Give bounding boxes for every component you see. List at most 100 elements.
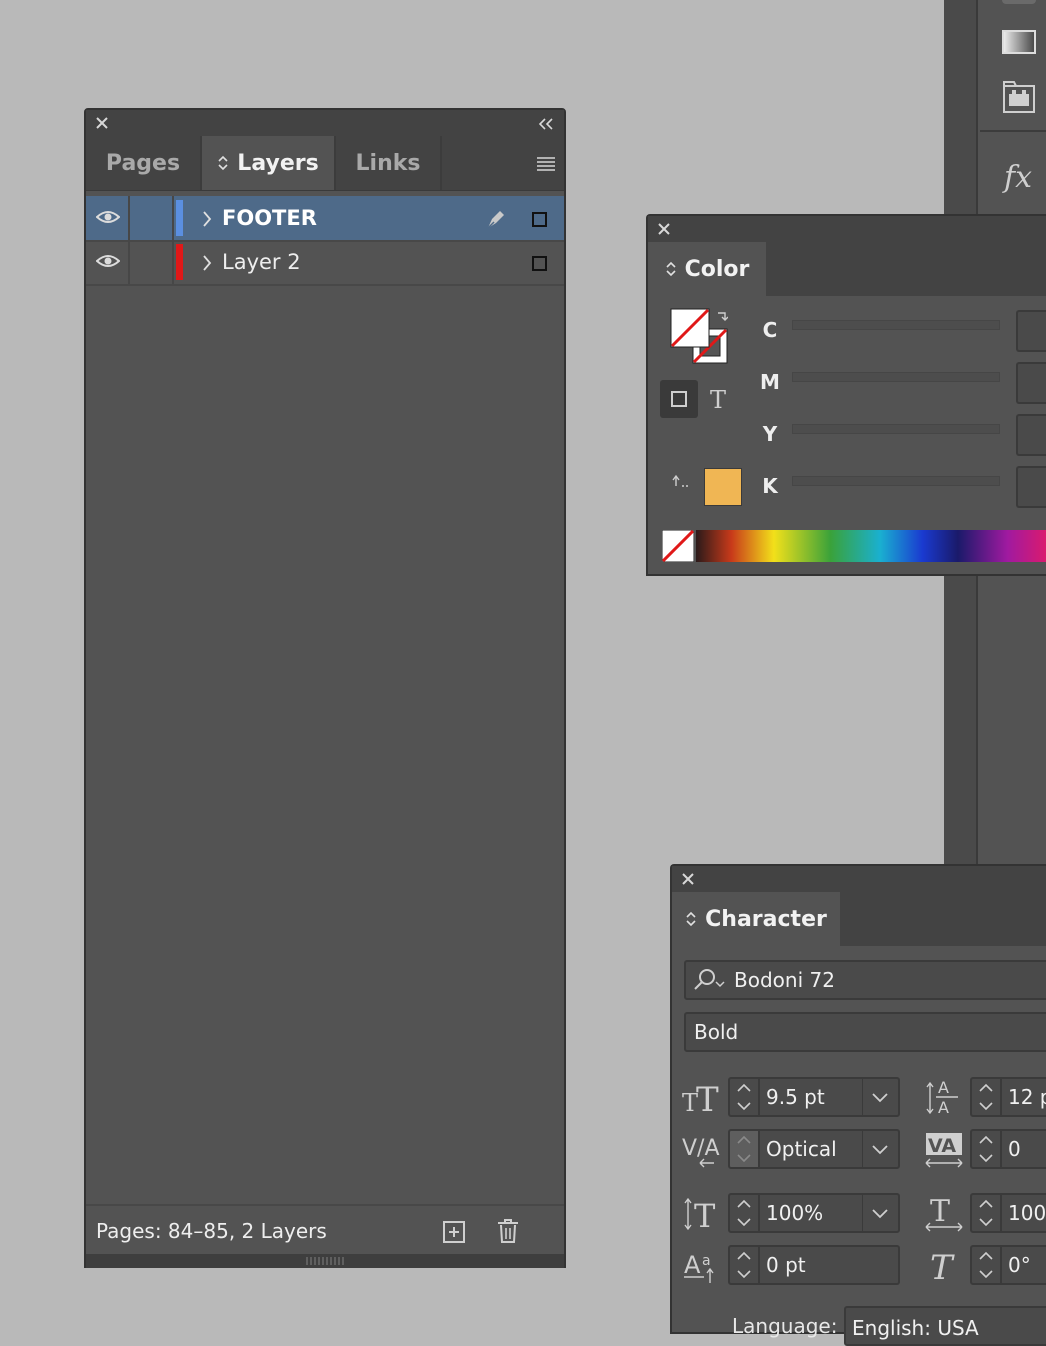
layers-footer: Pages: 84–85, 2 Layers <box>86 1204 564 1256</box>
yellow-label: Y <box>762 422 778 446</box>
layer-name[interactable]: FOOTER <box>222 196 317 240</box>
color-panel: Color T C M Y K <box>646 214 1046 576</box>
trash-icon[interactable] <box>496 1218 520 1244</box>
black-label: K <box>762 474 778 498</box>
leading-icon: AA <box>924 1077 964 1117</box>
language-dropdown[interactable]: English: USA <box>844 1306 1046 1346</box>
layer-name[interactable]: Layer 2 <box>222 240 301 284</box>
tab-color[interactable]: Color <box>648 242 766 296</box>
layer-select-box[interactable] <box>532 256 547 271</box>
collapse-icon[interactable] <box>538 118 554 130</box>
leading-field[interactable]: 12 pt <box>1002 1077 1046 1117</box>
baseline-shift-icon: Aa <box>682 1245 722 1285</box>
layer-row[interactable]: Layer 2 <box>86 240 564 286</box>
black-slider[interactable] <box>792 476 1000 486</box>
svg-text:a: a <box>702 1253 711 1269</box>
svg-text:A: A <box>938 1098 949 1117</box>
panel-menu-icon[interactable] <box>536 156 556 172</box>
none-swatch[interactable] <box>662 530 694 562</box>
horizontal-scale-field[interactable]: 100% <box>1002 1193 1046 1233</box>
tracking-icon: VA <box>924 1129 964 1169</box>
eye-icon[interactable] <box>96 209 120 225</box>
tracking-stepper[interactable] <box>970 1129 1002 1169</box>
layer-color-swatch <box>176 200 183 236</box>
baseline-shift-field[interactable]: 0 pt <box>760 1245 900 1285</box>
tab-layers[interactable]: Layers <box>202 136 334 190</box>
font-size-dropdown[interactable] <box>862 1077 900 1117</box>
gradient-icon[interactable] <box>1002 30 1036 54</box>
expand-chevron-icon[interactable] <box>202 211 212 227</box>
cyan-label: C <box>762 318 778 342</box>
font-size-field[interactable]: 9.5 pt <box>760 1077 864 1117</box>
tab-pages[interactable]: Pages <box>86 136 200 190</box>
cyan-slider[interactable] <box>792 320 1000 330</box>
fill-swatch[interactable] <box>670 308 710 348</box>
tab-links[interactable]: Links <box>336 136 440 190</box>
formatting-container-button[interactable] <box>660 380 698 418</box>
cyan-value-field[interactable] <box>1016 310 1046 352</box>
cc-libraries-icon[interactable] <box>1002 78 1036 114</box>
layers-panel: Pages Layers Links FOOTER Layer 2 Pages:… <box>84 108 566 1268</box>
sort-chevrons-icon <box>666 261 676 277</box>
svg-text:T: T <box>930 1248 955 1285</box>
dock-button-top[interactable] <box>1002 0 1036 4</box>
horizontal-scale-stepper[interactable] <box>970 1193 1002 1233</box>
vertical-scale-dropdown[interactable] <box>862 1193 900 1233</box>
font-size-value: 9.5 pt <box>766 1085 825 1109</box>
yellow-slider[interactable] <box>792 424 1000 434</box>
sort-chevrons-icon <box>218 155 228 171</box>
skew-field[interactable]: 0° <box>1002 1245 1046 1285</box>
resize-handle[interactable] <box>86 1254 564 1268</box>
tracking-field[interactable]: 0 <box>1002 1129 1046 1169</box>
pen-target-icon[interactable] <box>484 207 508 231</box>
tab-character[interactable]: Character <box>672 892 840 946</box>
last-color-arrow-icon[interactable] <box>672 474 692 488</box>
panel-title-bar <box>672 866 1046 892</box>
horizontal-scale-icon: T <box>924 1193 964 1233</box>
vertical-scale-stepper[interactable] <box>728 1193 760 1233</box>
font-size-stepper[interactable] <box>728 1077 760 1117</box>
font-style-field[interactable]: Bold <box>684 1012 1046 1052</box>
skew-icon: T <box>924 1245 964 1285</box>
svg-text:VA: VA <box>928 1135 956 1157</box>
formatting-text-icon[interactable]: T <box>710 386 726 414</box>
kerning-dropdown[interactable] <box>862 1129 900 1169</box>
language-label: Language: <box>732 1314 838 1338</box>
svg-text:T: T <box>696 1080 719 1117</box>
tracking-value: 0 <box>1008 1137 1021 1161</box>
tab-label: Color <box>684 256 750 282</box>
font-family-field[interactable]: Bodoni 72 <box>684 960 1046 1000</box>
yellow-value-field[interactable] <box>1016 414 1046 456</box>
layer-row[interactable]: FOOTER <box>86 196 564 242</box>
swap-arrows-icon[interactable] <box>716 310 728 322</box>
kerning-stepper[interactable] <box>728 1129 760 1169</box>
horizontal-scale-value: 100% <box>1008 1201 1046 1225</box>
close-icon[interactable] <box>658 223 670 235</box>
search-icon <box>694 969 725 990</box>
black-value-field[interactable] <box>1016 466 1046 508</box>
status-text: Pages: 84–85, 2 Layers <box>96 1219 327 1243</box>
kerning-value: Optical <box>766 1137 837 1161</box>
close-icon[interactable] <box>96 117 108 129</box>
baseline-shift-stepper[interactable] <box>728 1245 760 1285</box>
eye-icon[interactable] <box>96 253 120 269</box>
tab-separator <box>440 136 442 190</box>
magenta-value-field[interactable] <box>1016 362 1046 404</box>
font-size-icon: TT <box>682 1077 722 1117</box>
expand-chevron-icon[interactable] <box>202 255 212 271</box>
close-icon[interactable] <box>682 873 694 885</box>
vertical-scale-field[interactable]: 100% <box>760 1193 864 1233</box>
effects-fx-icon[interactable]: fx <box>1004 160 1040 200</box>
color-spectrum-ramp[interactable] <box>696 530 1046 562</box>
leading-value: 12 pt <box>1008 1085 1046 1109</box>
magenta-slider[interactable] <box>792 372 1000 382</box>
svg-text:T: T <box>930 1194 950 1229</box>
skew-stepper[interactable] <box>970 1245 1002 1285</box>
layer-select-box[interactable] <box>532 212 547 227</box>
last-color-swatch[interactable] <box>704 468 742 506</box>
kerning-field[interactable]: Optical <box>760 1129 864 1169</box>
leading-stepper[interactable] <box>970 1077 1002 1117</box>
kerning-icon: V/A <box>682 1129 722 1169</box>
sort-chevrons-icon <box>686 911 696 927</box>
new-layer-icon[interactable] <box>442 1220 466 1244</box>
